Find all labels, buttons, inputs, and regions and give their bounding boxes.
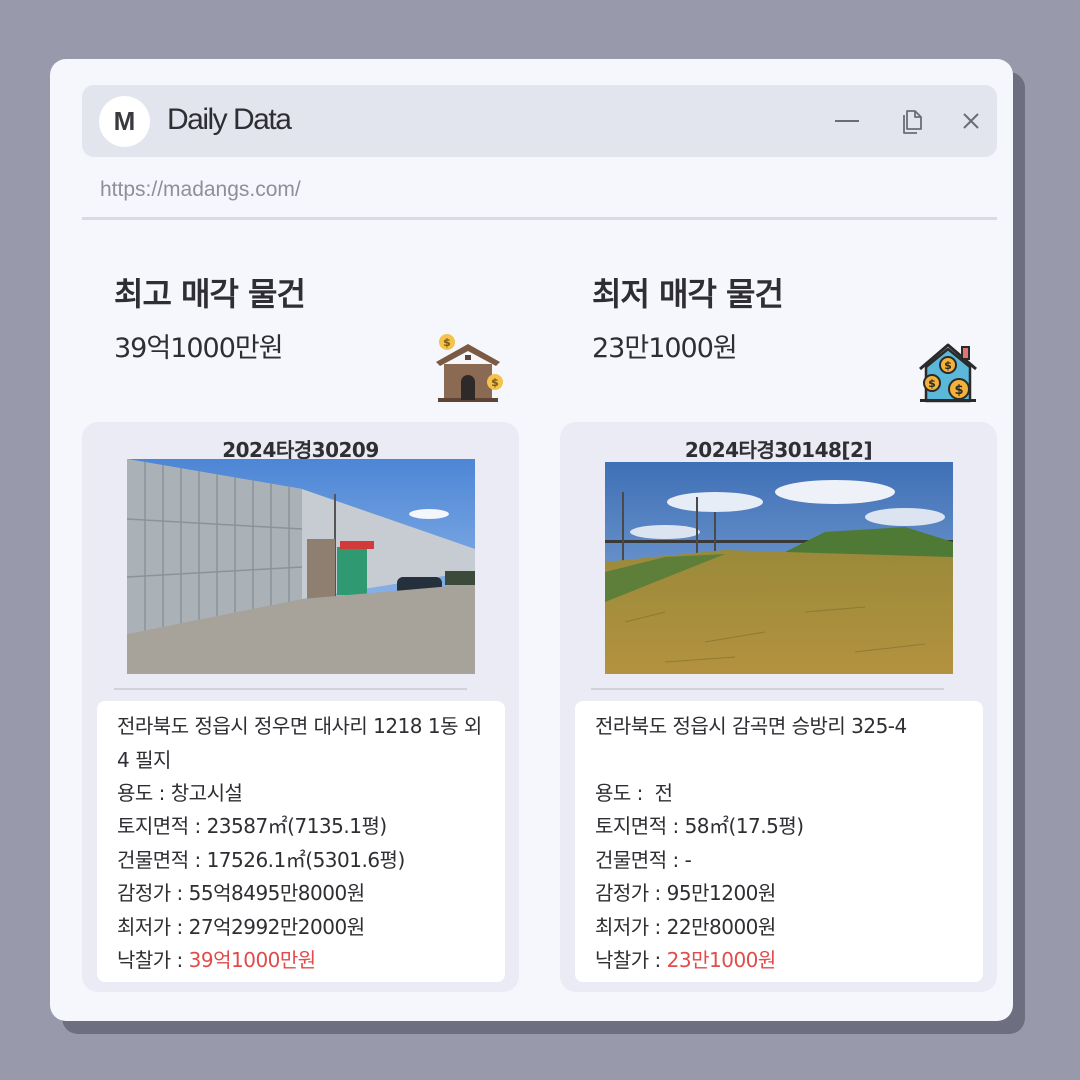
usage-label: 용도 : (117, 781, 171, 805)
highest-heading: 최고 매각 물건 (114, 275, 306, 313)
url-text[interactable]: https://madangs.com/ (100, 178, 301, 202)
app-title: Daily Data (167, 103, 292, 136)
usage-value: 창고시설 (170, 781, 243, 805)
minimize-button[interactable] (831, 105, 863, 137)
minimum-value: 27억2992만2000원 (188, 914, 365, 939)
winning-bid-value: 23만1000원 (666, 948, 777, 973)
lowest-card-divider (591, 688, 944, 690)
lowest-property-photo (605, 462, 953, 674)
highest-address: 전라북도 정읍시 정우면 대사리 1218 1동 외 4 필지 (117, 714, 482, 772)
land-area-label: 토지면적 : (117, 814, 207, 839)
building-area-label: 건물면적 : (117, 847, 207, 872)
winning-bid-label: 낙찰가 : (117, 948, 189, 973)
svg-text:$: $ (954, 383, 963, 398)
highest-card[interactable]: 2024타경30209 전라북도 정읍시 정우면 대사리 1218 1동 외 4… (82, 422, 519, 992)
app-window: M Daily Data https://madangs.com/ 최고 매각 … (50, 59, 1013, 1021)
usage-value: 전 (654, 781, 673, 805)
building-area-label: 건물면적 : (595, 847, 685, 872)
url-divider (82, 217, 997, 220)
appraisal-label: 감정가 : (117, 881, 189, 906)
highest-minimum-row: 최저가 : 27억2992만2000원 (117, 911, 485, 944)
lowest-usage-row: 용도 : 전 (595, 777, 963, 810)
house-money-icon: $ $ (436, 334, 503, 402)
lowest-case-number: 2024타경30148[2] (684, 438, 873, 462)
title-bar: M Daily Data (82, 85, 997, 157)
lowest-winning-bid-row: 낙찰가 : 23만1000원 (595, 944, 963, 977)
minimum-label: 최저가 : (117, 914, 189, 939)
copy-button[interactable] (895, 105, 927, 137)
lowest-heading: 최저 매각 물건 (592, 275, 784, 313)
land-area-value: 58㎡(17.5평) (684, 814, 805, 839)
building-area-value: - (684, 847, 692, 872)
highest-info-box: 전라북도 정읍시 정우면 대사리 1218 1동 외 4 필지 용도 : 창고시… (97, 701, 505, 982)
svg-text:$: $ (928, 377, 936, 390)
appraisal-label: 감정가 : (595, 881, 667, 906)
highest-building-area-row: 건물면적 : 17526.1㎡(5301.6평) (117, 844, 485, 877)
highest-usage-row: 용도 : 창고시설 (117, 777, 485, 810)
appraisal-value: 95만1200원 (666, 881, 777, 906)
appraisal-value: 55억8495만8000원 (188, 881, 365, 906)
svg-text:$: $ (944, 359, 952, 372)
highest-property-photo (127, 459, 475, 674)
svg-text:$: $ (443, 336, 451, 349)
lowest-info-box: 전라북도 정읍시 감곡면 승방리 325-4 용도 : 전 토지면적 : 58㎡… (575, 701, 983, 982)
land-area-value: 23587㎡(7135.1평) (206, 814, 388, 839)
close-icon (963, 113, 979, 129)
building-area-value: 17526.1㎡(5301.6평) (206, 847, 406, 872)
minimum-value: 22만8000원 (666, 914, 777, 939)
lowest-minimum-row: 최저가 : 22만8000원 (595, 911, 963, 944)
minimum-label: 최저가 : (595, 914, 667, 939)
lowest-land-area-row: 토지면적 : 58㎡(17.5평) (595, 810, 963, 843)
copy-icon (903, 110, 922, 134)
lowest-building-area-row: 건물면적 : - (595, 844, 963, 877)
winning-bid-label: 낙찰가 : (595, 948, 667, 973)
highest-price: 39억1000만원 (114, 333, 284, 364)
usage-label: 용도 : (595, 781, 655, 805)
lowest-card[interactable]: 2024타경30148[2] 전라북도 정읍시 감곡면 승방리 325-4 용도… (560, 422, 997, 992)
close-button[interactable] (955, 105, 987, 137)
highest-land-area-row: 토지면적 : 23587㎡(7135.1평) (117, 810, 485, 843)
svg-text:$: $ (491, 376, 499, 389)
lowest-price: 23만1000원 (592, 333, 738, 364)
lowest-appraisal-row: 감정가 : 95만1200원 (595, 877, 963, 910)
winning-bid-value: 39억1000만원 (188, 948, 317, 973)
app-logo: M (99, 96, 150, 147)
lowest-address: 전라북도 정읍시 감곡면 승방리 325-4 (595, 714, 907, 738)
minimize-icon (835, 120, 859, 122)
highest-card-divider (114, 688, 467, 690)
land-area-label: 토지면적 : (595, 814, 685, 839)
highest-appraisal-row: 감정가 : 55억8495만8000원 (117, 877, 485, 910)
highest-winning-bid-row: 낙찰가 : 39억1000만원 (117, 944, 485, 977)
house-coins-icon: $ $ $ (919, 343, 977, 403)
